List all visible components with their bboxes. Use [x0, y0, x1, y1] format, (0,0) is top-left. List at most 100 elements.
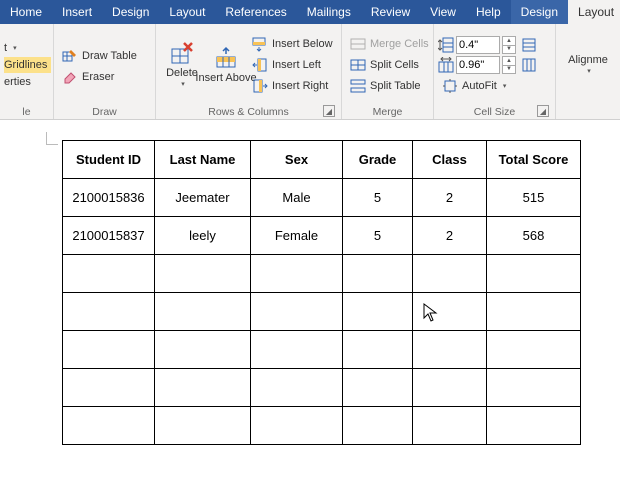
table-cell[interactable]: 515: [487, 179, 581, 217]
table-cell[interactable]: [251, 293, 343, 331]
table-cell[interactable]: [155, 255, 251, 293]
tab-references[interactable]: References: [215, 0, 296, 24]
table-row[interactable]: 2100015837leelyFemale52568: [63, 217, 581, 255]
table-row[interactable]: [63, 331, 581, 369]
table-cell[interactable]: [63, 407, 155, 445]
table-cell[interactable]: [487, 331, 581, 369]
table-cell[interactable]: Male: [251, 179, 343, 217]
table-cell[interactable]: [155, 407, 251, 445]
table-cell[interactable]: [413, 293, 487, 331]
table-row[interactable]: [63, 407, 581, 445]
table-cell[interactable]: [487, 293, 581, 331]
table-header[interactable]: Sex: [251, 141, 343, 179]
tab-mailings[interactable]: Mailings: [297, 0, 361, 24]
col-width-icon: [438, 57, 454, 73]
split-cells-button[interactable]: Split Cells: [346, 55, 433, 75]
split-table-icon: [350, 78, 366, 94]
group-label-rows-cols: Rows & Columns ◢: [160, 104, 337, 119]
table-cell[interactable]: Jeemater: [155, 179, 251, 217]
rows-cols-dialog-launcher[interactable]: ◢: [323, 105, 335, 117]
table-cell[interactable]: [251, 369, 343, 407]
table-cell[interactable]: leely: [155, 217, 251, 255]
table-cell[interactable]: [343, 369, 413, 407]
table-cell[interactable]: [343, 293, 413, 331]
table-cell[interactable]: [413, 407, 487, 445]
table-cell[interactable]: [343, 331, 413, 369]
insert-left-icon: [252, 57, 268, 73]
table-cell[interactable]: 2: [413, 217, 487, 255]
table-cell[interactable]: [251, 407, 343, 445]
col-width-spinner[interactable]: ▲▼: [502, 56, 516, 74]
merge-cells-button: Merge Cells: [346, 34, 433, 54]
insert-left-button[interactable]: Insert Left: [248, 55, 337, 75]
table-cell[interactable]: [63, 293, 155, 331]
table-cell[interactable]: [155, 331, 251, 369]
table-cell[interactable]: [63, 255, 155, 293]
insert-right-button[interactable]: Insert Right: [248, 76, 337, 96]
tab-review[interactable]: Review: [361, 0, 420, 24]
col-width-input[interactable]: [456, 56, 500, 74]
table-header[interactable]: Total Score: [487, 141, 581, 179]
draw-table-button[interactable]: Draw Table: [58, 46, 141, 66]
row-height-spinner[interactable]: ▲▼: [502, 36, 516, 54]
table-header[interactable]: Student ID: [63, 141, 155, 179]
table-cell[interactable]: 2100015837: [63, 217, 155, 255]
alignment-button[interactable]: Alignme▾: [566, 52, 610, 78]
split-table-button[interactable]: Split Table: [346, 76, 433, 96]
group-rows-columns: Delete▾ Insert Above Insert Below Insert…: [156, 24, 342, 119]
table-cell[interactable]: [155, 293, 251, 331]
table-cell[interactable]: [343, 255, 413, 293]
cellsize-dialog-launcher[interactable]: ◢: [537, 105, 549, 117]
table-row[interactable]: 2100015836JeematerMale52515: [63, 179, 581, 217]
tab-table-layout[interactable]: Layout: [568, 0, 620, 24]
tab-layout[interactable]: Layout: [159, 0, 215, 24]
table-cell[interactable]: Female: [251, 217, 343, 255]
table-row[interactable]: [63, 293, 581, 331]
table-cell[interactable]: [63, 369, 155, 407]
properties-button[interactable]: erties: [4, 74, 51, 90]
table-cell[interactable]: [343, 407, 413, 445]
insert-above-button[interactable]: Insert Above: [204, 26, 248, 104]
table-header[interactable]: Grade: [343, 141, 413, 179]
table-cell[interactable]: [155, 369, 251, 407]
tab-help[interactable]: Help: [466, 0, 511, 24]
student-table[interactable]: Student IDLast NameSexGradeClassTotal Sc…: [62, 140, 581, 445]
delete-icon: [170, 41, 194, 65]
delete-button[interactable]: Delete▾: [160, 26, 204, 104]
tab-table-design[interactable]: Design: [511, 0, 568, 24]
distribute-cols-icon[interactable]: [521, 57, 537, 73]
table-cell[interactable]: [413, 255, 487, 293]
distribute-rows-icon[interactable]: [521, 37, 537, 53]
row-height-input[interactable]: [456, 36, 500, 54]
table-cell[interactable]: [487, 369, 581, 407]
tab-home[interactable]: Home: [0, 0, 52, 24]
document-area[interactable]: Student IDLast NameSexGradeClassTotal Sc…: [0, 120, 620, 500]
table-cell[interactable]: [487, 407, 581, 445]
tab-insert[interactable]: Insert: [52, 0, 102, 24]
insert-below-button[interactable]: Insert Below: [248, 34, 337, 54]
table-header[interactable]: Last Name: [155, 141, 251, 179]
table-cell[interactable]: [63, 331, 155, 369]
table-cell[interactable]: 5: [343, 217, 413, 255]
table-cell[interactable]: [413, 369, 487, 407]
table-row[interactable]: [63, 369, 581, 407]
table-cell[interactable]: 5: [343, 179, 413, 217]
tab-view[interactable]: View: [420, 0, 466, 24]
autofit-button[interactable]: AutoFit▾: [438, 76, 537, 96]
table-header[interactable]: Class: [413, 141, 487, 179]
table-cell[interactable]: 2100015836: [63, 179, 155, 217]
table-cell[interactable]: 568: [487, 217, 581, 255]
table-cell[interactable]: [413, 331, 487, 369]
tab-design[interactable]: Design: [102, 0, 159, 24]
select-button[interactable]: t▾: [4, 40, 51, 56]
eraser-button[interactable]: Eraser: [58, 67, 141, 87]
table-cell[interactable]: [251, 255, 343, 293]
merge-cells-icon: [350, 36, 366, 52]
table-cell[interactable]: [487, 255, 581, 293]
table-cell[interactable]: [251, 331, 343, 369]
table-row[interactable]: [63, 255, 581, 293]
table-cell[interactable]: 2: [413, 179, 487, 217]
group-label-table: le: [4, 104, 49, 119]
group-label-draw: Draw: [58, 104, 151, 119]
view-gridlines-button[interactable]: Gridlines: [4, 57, 51, 73]
